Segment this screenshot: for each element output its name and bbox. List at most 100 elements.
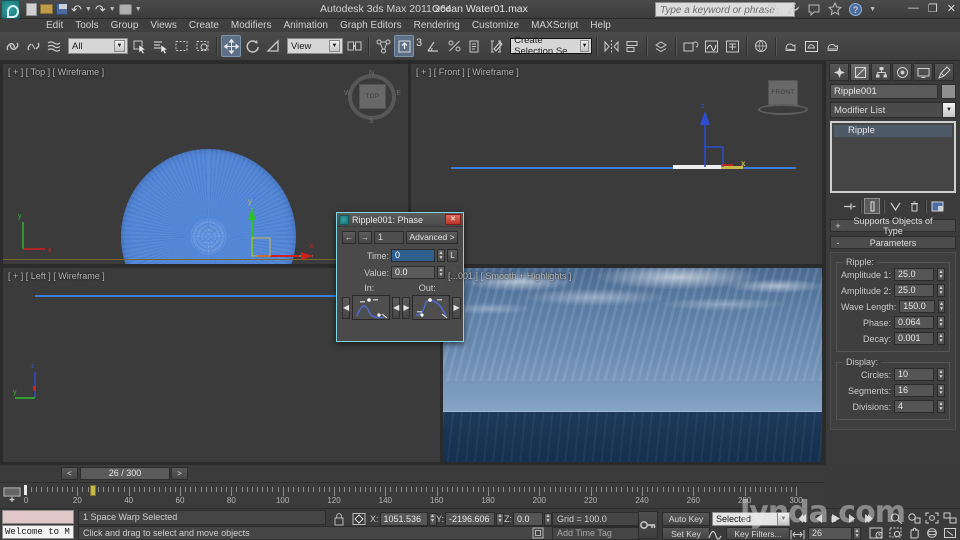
modifier-stack-item[interactable]: Ripple [834,125,952,137]
layer-manager-icon[interactable] [651,35,671,57]
window-crossing-icon[interactable] [192,35,212,57]
render-setup-icon[interactable] [780,35,800,57]
wave-length-spinner[interactable]: ▲ ▼ [937,300,945,313]
absolute-relative-transform-icon[interactable] [350,512,368,526]
key-selection-level-combo[interactable]: Selected ▼ [712,512,790,526]
named-selection-set-combo[interactable]: Create Selection Se ▼ [510,35,593,57]
frame-ruler[interactable]: 0 20 40 60 80 100 120 140 160 180 200 220 240 260 280 3… [24,483,825,508]
menu-item-animation[interactable]: Animation [277,20,333,31]
create-tab-icon[interactable] [829,63,849,81]
key-filters-button[interactable]: Key Filters... [726,527,790,540]
move-gizmo-top[interactable]: y x [221,186,321,261]
coord-z-input[interactable]: 0.0 [513,512,543,526]
out-tangent-curve[interactable] [412,295,451,320]
schematic-view-icon[interactable] [722,35,742,57]
amplitude-2-spinner[interactable]: ▲ ▼ [937,284,945,297]
time-input[interactable]: 0 [391,249,435,262]
chevron-down-icon[interactable]: ▼ [329,40,340,52]
set-project-icon[interactable] [118,3,132,15]
close-button[interactable]: ✕ [947,2,956,15]
modify-tab-icon[interactable] [850,63,870,81]
redo-icon[interactable]: ↷ [95,3,106,16]
rendered-frame-window-icon[interactable] [801,35,821,57]
divisions-input[interactable]: 4 [894,400,934,413]
select-and-manipulate-icon[interactable] [373,35,393,57]
reference-coordinate-combo[interactable]: View ▼ [287,38,343,54]
key-mode-toggle-button[interactable] [638,511,658,539]
make-unique-icon[interactable] [887,198,903,214]
segments-spinner[interactable]: ▲ ▼ [937,384,945,397]
add-time-tag-button[interactable]: Add Time Tag [552,527,640,540]
current-frame-field[interactable]: 26 / 300 [80,467,170,480]
menu-item-group[interactable]: Group [105,20,145,31]
undo-dropdown-icon[interactable]: ▼ [85,6,92,13]
in-tangent-curve[interactable] [352,295,391,320]
viewport-perspective[interactable]: [...001 ] [ Smooth + Highlights ] [443,268,822,462]
menu-item-edit[interactable]: Edit [40,20,69,31]
auto-key-button[interactable]: Auto Key [662,512,710,526]
select-and-rotate-icon[interactable] [242,35,262,57]
unlink-selection-icon[interactable] [23,35,43,57]
hierarchy-tab-icon[interactable] [871,63,891,81]
help-dropdown-icon[interactable]: ▼ [869,6,876,13]
chevron-down-icon[interactable]: ▼ [580,40,590,52]
phase-spinner[interactable]: ▲ ▼ [937,316,945,329]
selection-lock-toggle-icon[interactable] [330,512,348,526]
align-icon[interactable] [622,35,642,57]
motion-tab-icon[interactable] [892,63,912,81]
chevron-down-icon[interactable]: ▼ [942,103,955,117]
next-frame-icon[interactable] [845,511,860,525]
current-frame-spinner[interactable]: ▲ ▼ [853,527,861,540]
maxscript-listener-output[interactable] [2,510,74,524]
next-key-button[interactable]: → [358,231,372,244]
star-icon[interactable] [828,2,843,16]
selection-filter-combo[interactable]: All ▼ [68,38,128,54]
decay-spinner[interactable]: ▲ ▼ [937,332,945,345]
out-tangent-prev-button[interactable]: ▶ [402,296,411,319]
bind-to-space-warp-icon[interactable] [44,35,64,57]
viewport-top-label[interactable]: [ + ] [ Top ] [ Wireframe ] [8,67,104,77]
minimize-button[interactable]: — [908,2,919,15]
chevron-down-icon[interactable]: ▼ [777,513,789,525]
rollout-supports-objects[interactable]: + Supports Objects of Type [830,216,956,236]
amplitude-1-input[interactable]: 25.0 [894,268,934,281]
viewport-front[interactable]: [ + ] [ Front ] [ Wireframe ] z x FRONT [411,64,822,264]
select-object-icon[interactable] [129,35,149,57]
zoom-icon[interactable] [887,511,904,525]
qat-dropdown-icon[interactable]: ▼ [135,6,142,13]
percent-snap-toggle-icon[interactable] [444,35,464,57]
new-icon[interactable] [26,2,37,16]
circles-spinner[interactable]: ▲ ▼ [937,368,945,381]
remove-modifier-icon[interactable] [906,198,922,214]
pan-view-icon[interactable] [905,526,922,540]
advanced-button[interactable]: Advanced > [406,231,458,244]
viewcube-face-label[interactable]: FRONT [768,80,798,106]
menu-item-modifiers[interactable]: Modifiers [225,20,278,31]
select-by-name-icon[interactable] [150,35,170,57]
coord-x-input[interactable]: 1051.536 [379,512,428,526]
menu-item-customize[interactable]: Customize [466,20,525,31]
select-and-scale-icon[interactable] [263,35,283,57]
in-tangent-prev-button[interactable]: ◀ [342,296,351,319]
zoom-all-icon[interactable] [905,511,922,525]
render-production-icon[interactable] [822,35,842,57]
display-tab-icon[interactable] [913,63,933,81]
play-animation-icon[interactable] [828,511,843,525]
ripple-phase-dialog[interactable]: Ripple001: Phase ✕ ← → 1 Advanced > Time… [336,212,464,342]
phase-input[interactable]: 0.064 [894,316,934,329]
menu-item-graph-editors[interactable]: Graph Editors [334,20,408,31]
configure-modifier-sets-icon[interactable] [929,198,945,214]
redo-dropdown-icon[interactable]: ▼ [109,6,116,13]
key-mode-toggle-icon[interactable] [790,527,805,540]
track-bar[interactable]: 0 20 40 60 80 100 120 140 160 180 200 220 240 260 280 3… [0,482,825,508]
use-center-flyout-icon[interactable] [344,35,364,57]
menu-item-rendering[interactable]: Rendering [408,20,466,31]
modifier-stack[interactable]: Ripple [830,121,956,193]
maxscript-listener-input[interactable]: Welcome to M [2,525,74,539]
menu-item-create[interactable]: Create [183,20,225,31]
previous-key-button[interactable]: ← [342,231,356,244]
divisions-spinner[interactable]: ▲ ▼ [937,400,945,413]
wave-length-input[interactable]: 150.0 [899,300,935,313]
viewcube-south-label[interactable]: S [369,118,374,125]
value-spinner[interactable]: ▲ ▼ [437,266,445,279]
